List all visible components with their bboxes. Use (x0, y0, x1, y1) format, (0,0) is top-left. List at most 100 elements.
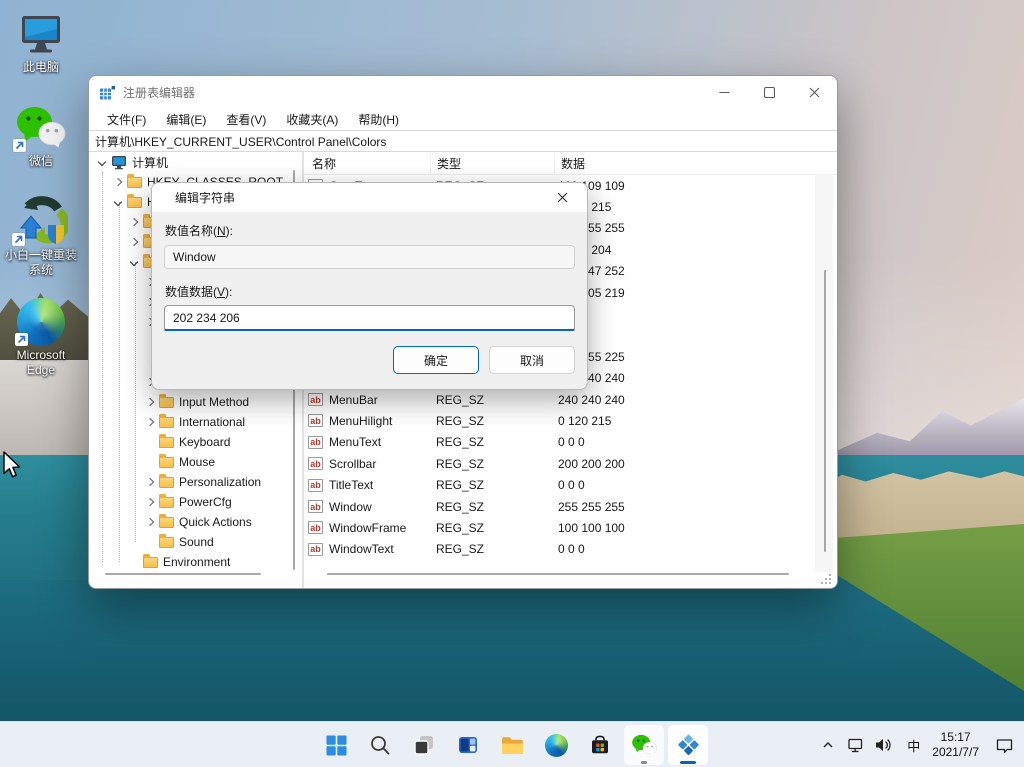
chevron-right-icon[interactable] (146, 518, 154, 526)
maximize-button[interactable] (747, 76, 792, 109)
value-type: REG_SZ (430, 542, 554, 556)
menu-item-0[interactable]: 文件(F) (97, 109, 156, 130)
notification-center-icon[interactable] (995, 737, 1014, 754)
wechat-icon (631, 733, 658, 758)
chevron-right-icon[interactable] (146, 418, 154, 426)
desktop-icon-edge[interactable]: Microsoft Edge (2, 294, 80, 378)
taskbar-store-button[interactable] (580, 725, 620, 765)
ok-button[interactable]: 确定 (393, 346, 479, 374)
list-horizontal-scrollbar[interactable] (327, 573, 789, 575)
tree-item-international[interactable]: International (89, 412, 302, 432)
chevron-down-icon[interactable] (114, 198, 122, 206)
taskbar-start-button[interactable] (316, 725, 356, 765)
taskbar-task-view-button[interactable] (404, 725, 444, 765)
chevron-right-icon[interactable] (130, 238, 138, 246)
edit-string-dialog: 编辑字符串 数值名称(N): 数值数据(V): 确定 取消 (151, 182, 588, 390)
value-data-input[interactable] (164, 305, 575, 331)
reg-sz-icon: ab (308, 436, 323, 449)
wechat-icon (15, 100, 67, 152)
tree-item-environment[interactable]: Environment (89, 552, 302, 572)
ime-indicator[interactable]: 中 (907, 736, 920, 755)
chevron-right-icon[interactable] (146, 398, 154, 406)
value-row-windowframe[interactable]: ab WindowFrame REG_SZ 100 100 100 (304, 517, 837, 538)
close-button[interactable] (792, 76, 837, 109)
value-row-scrollbar[interactable]: ab Scrollbar REG_SZ 200 200 200 (304, 453, 837, 474)
value-row-menutext[interactable]: ab MenuText REG_SZ 0 0 0 (304, 432, 837, 453)
chevron-down-icon[interactable] (98, 158, 106, 166)
desktop-icon-wechat[interactable]: 微信 (2, 100, 80, 169)
column-header-2[interactable]: 数据 (555, 152, 837, 174)
menu-item-3[interactable]: 收藏夹(A) (276, 109, 348, 130)
chevron-right-icon[interactable] (130, 218, 138, 226)
address-input[interactable] (89, 131, 837, 151)
value-row-titletext[interactable]: ab TitleText REG_SZ 0 0 0 (304, 474, 837, 495)
column-header-0[interactable]: 名称 (304, 152, 431, 174)
cancel-button[interactable]: 取消 (489, 346, 575, 374)
desktop-icon-label: 此电脑 (23, 60, 59, 75)
desktop: 此电脑 微信 小白一键重装系统 Microsoft Edge 注册表编辑器 文件 (0, 0, 1024, 767)
task-view-icon (413, 734, 435, 756)
value-row-menubar[interactable]: ab MenuBar REG_SZ 240 240 240 (304, 389, 837, 410)
this-pc-icon (18, 6, 64, 58)
window-controls (702, 76, 837, 109)
tree-item-personalization[interactable]: Personalization (89, 472, 302, 492)
value-name: MenuHilight (329, 414, 430, 428)
chevron-right-icon[interactable] (114, 178, 122, 186)
tree-horizontal-scrollbar[interactable] (105, 573, 261, 575)
folder-icon (159, 517, 174, 528)
taskbar-file-explorer-button[interactable] (492, 725, 532, 765)
resize-grip[interactable] (821, 574, 831, 584)
tree-item-powercfg[interactable]: PowerCfg (89, 492, 302, 512)
tree-item-quick-actions[interactable]: Quick Actions (89, 512, 302, 532)
value-data: 100 100 100 (554, 521, 837, 535)
tree-item-sound[interactable]: Sound (89, 532, 302, 552)
value-row-menuhilight[interactable]: ab MenuHilight REG_SZ 0 120 215 (304, 410, 837, 431)
taskbar-regedit-button[interactable] (668, 725, 708, 765)
chevron-right-icon[interactable] (146, 498, 154, 506)
value-data: 0 0 0 (554, 328, 837, 342)
chevron-down-icon[interactable] (130, 258, 138, 266)
dialog-close-icon[interactable] (545, 184, 579, 211)
value-row-window[interactable]: ab Window REG_SZ 255 255 255 (304, 496, 837, 517)
tree-item-input-method[interactable]: Input Method (89, 392, 302, 412)
value-type: REG_SZ (430, 393, 554, 407)
tree-guide-line (102, 172, 103, 562)
taskbar-widgets-button[interactable] (448, 725, 488, 765)
tree-item-label: PowerCfg (179, 495, 232, 509)
menu-item-4[interactable]: 帮助(H) (348, 109, 409, 130)
tree-item-mouse[interactable]: Mouse (89, 452, 302, 472)
taskbar-edge-button[interactable] (536, 725, 576, 765)
list-vertical-scrollbar[interactable] (824, 270, 826, 552)
desktop-icon-xiaobai[interactable]: 小白一键重装系统 (2, 194, 80, 278)
title-bar[interactable]: 注册表编辑器 (89, 76, 837, 109)
desktop-icon-this-pc[interactable]: 此电脑 (2, 6, 80, 75)
taskbar-wechat-button[interactable] (624, 725, 664, 765)
chevron-right-icon[interactable] (146, 478, 154, 486)
value-name: Window (329, 500, 430, 514)
minimize-button[interactable] (702, 76, 747, 109)
volume-icon[interactable] (874, 737, 893, 753)
dialog-title-bar[interactable]: 编辑字符串 (152, 183, 587, 212)
value-type: REG_SZ (430, 500, 554, 514)
window-title: 注册表编辑器 (123, 84, 195, 101)
value-name-field[interactable] (164, 245, 575, 269)
folder-icon (127, 197, 142, 208)
hidden-icons-chevron-icon[interactable] (821, 738, 835, 752)
value-data: 0 0 0 (554, 307, 837, 321)
column-header-1[interactable]: 类型 (431, 152, 555, 174)
menu-item-1[interactable]: 编辑(E) (156, 109, 216, 130)
taskbar-search-button[interactable] (360, 725, 400, 765)
value-row-windowtext[interactable]: ab WindowText REG_SZ 0 0 0 (304, 539, 837, 560)
value-data: 255 255 255 (554, 221, 837, 235)
tree-item-label: 计算机 (132, 154, 168, 171)
folder-icon (159, 417, 174, 428)
network-icon[interactable] (847, 737, 866, 754)
tree-item-label: International (179, 415, 245, 429)
menu-item-2[interactable]: 查看(V) (216, 109, 276, 130)
tree-item-keyboard[interactable]: Keyboard (89, 432, 302, 452)
tree-item-计算机[interactable]: 计算机 (89, 152, 302, 172)
tree-item-label: Personalization (179, 475, 261, 489)
clock[interactable]: 15:17 2021/7/7 (932, 730, 979, 760)
tray-time: 15:17 (932, 730, 979, 745)
value-type: REG_SZ (430, 521, 554, 535)
